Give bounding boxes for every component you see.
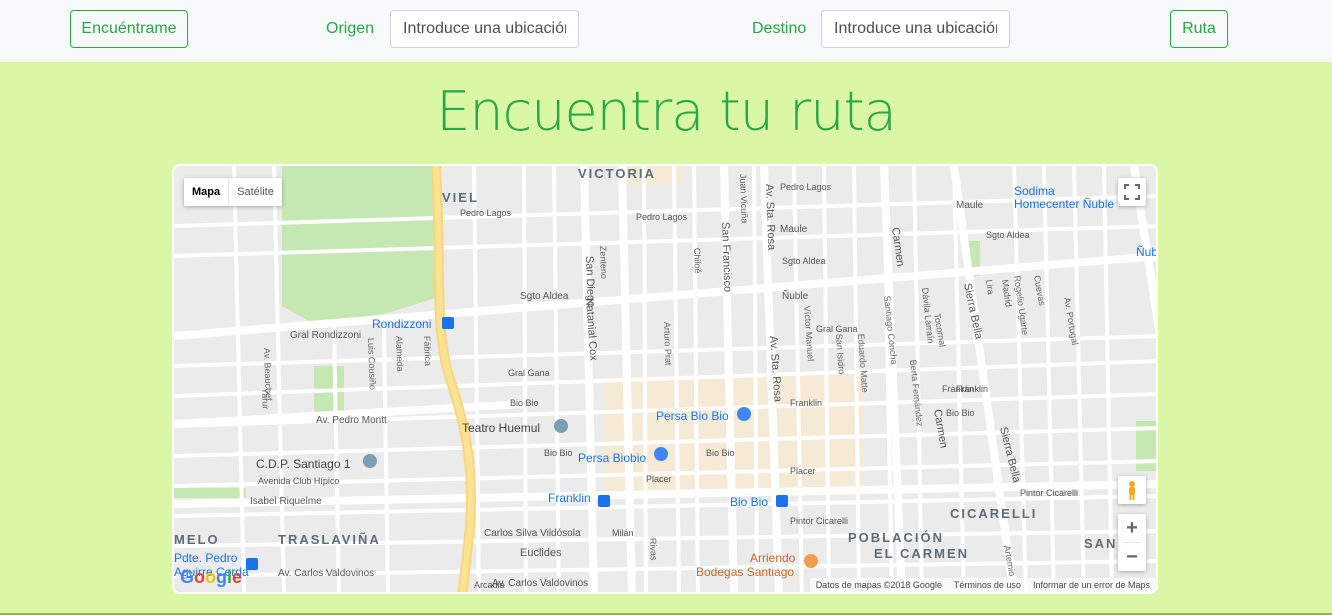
place-label: Homecenter Ñuble — [1014, 197, 1114, 211]
map-type-satellite-button[interactable]: Satélite — [229, 178, 282, 206]
place-label: Franklin — [548, 491, 591, 505]
zoom-out-button[interactable]: − — [1118, 543, 1146, 571]
svg-text:Euclides: Euclides — [520, 547, 562, 559]
svg-text:Franklin: Franklin — [956, 384, 988, 394]
place-label: Pdte. Pedro — [174, 551, 238, 565]
map-data-attribution: Datos de mapas ©2018 Google — [815, 580, 942, 590]
park-area — [282, 166, 442, 324]
svg-text:Fábrica: Fábrica — [422, 336, 433, 366]
svg-text:Av. Pedro Montt: Av. Pedro Montt — [316, 415, 387, 426]
terms-link[interactable]: Términos de uso — [954, 578, 1021, 592]
svg-text:Bio Bio: Bio Bio — [706, 448, 735, 458]
district-label: TRASLAVIÑA — [278, 532, 381, 547]
place-label: Rondizzoni — [372, 317, 431, 331]
svg-text:Arcadia: Arcadia — [474, 580, 505, 590]
map-container[interactable]: VICTORIA VIEL CICARELLI POBLACIÓN EL CAR… — [172, 164, 1158, 594]
svg-text:Pedro Lagos: Pedro Lagos — [460, 208, 512, 218]
svg-text:Chiloé: Chiloé — [692, 248, 703, 274]
place-label: Arriendo — [750, 551, 796, 565]
svg-text:Maule: Maule — [956, 200, 984, 211]
place-label: Bio Bio — [730, 495, 768, 509]
svg-text:Lira: Lira — [984, 279, 996, 295]
svg-text:Av. Sta. Rosa: Av. Sta. Rosa — [763, 184, 777, 251]
svg-text:Zenteno: Zenteno — [598, 246, 609, 279]
svg-text:Placer: Placer — [790, 466, 816, 476]
svg-text:Carlos Silva Vildósola: Carlos Silva Vildósola — [484, 528, 581, 539]
pegman-icon — [1129, 481, 1135, 500]
place-label: Ñuble — [1136, 245, 1158, 259]
district-label: CICARELLI — [950, 506, 1037, 521]
svg-text:Sgto Aldea: Sgto Aldea — [986, 230, 1030, 240]
svg-text:Pintor Cicarelli: Pintor Cicarelli — [790, 516, 848, 526]
district-label: VIEL — [442, 190, 479, 205]
svg-text:Sgto Aldea: Sgto Aldea — [520, 291, 569, 302]
place-label: Bodegas Santiago — [696, 565, 794, 579]
svg-text:Placer: Placer — [646, 474, 672, 484]
find-me-button[interactable]: Encuéntrame — [70, 10, 188, 48]
svg-text:Pedro Lagos: Pedro Lagos — [636, 212, 688, 222]
fullscreen-icon — [1124, 184, 1140, 200]
destination-label: Destino — [752, 20, 807, 37]
origin-label: Origen — [326, 20, 375, 37]
place-label: C.D.P. Santiago 1 — [256, 457, 351, 471]
place-label: Persa Bio Bio — [656, 409, 729, 423]
district-label: MELO — [174, 532, 220, 547]
svg-text:Av. Carlos Valdovinos: Av. Carlos Valdovinos — [492, 578, 588, 589]
district-label: VICTORIA — [578, 166, 656, 181]
map-canvas[interactable]: VICTORIA VIEL CICARELLI POBLACIÓN EL CAR… — [174, 166, 1158, 594]
svg-text:Franklin: Franklin — [790, 398, 822, 408]
map-type-map-button[interactable]: Mapa — [184, 178, 230, 206]
top-navbar: Encuéntrame Origen Destino Ruta — [0, 0, 1332, 62]
svg-text:Bio Bio: Bio Bio — [946, 408, 975, 418]
svg-text:Ñuble: Ñuble — [782, 289, 809, 302]
place-label: Sodima — [1014, 184, 1055, 198]
fullscreen-button[interactable] — [1118, 178, 1146, 206]
svg-text:Bio Bio: Bio Bio — [544, 448, 573, 458]
svg-text:Luis Cousiño: Luis Cousiño — [366, 338, 378, 390]
svg-text:Av. Carlos Valdovinos: Av. Carlos Valdovinos — [278, 568, 374, 579]
place-label: Teatro Huemul — [462, 421, 540, 435]
svg-text:San Francisco: San Francisco — [719, 222, 733, 293]
svg-text:Yarur: Yarur — [260, 388, 271, 410]
svg-text:Rivas: Rivas — [648, 538, 659, 561]
origin-input[interactable] — [390, 10, 579, 48]
svg-text:Alameda: Alameda — [394, 336, 405, 372]
place-label: Persa Biobio — [578, 451, 646, 465]
svg-text:Isabel Riquelme: Isabel Riquelme — [250, 496, 322, 507]
district-label: SAN — [1084, 536, 1117, 551]
svg-text:Pintor Cicarelli: Pintor Cicarelli — [1020, 488, 1078, 498]
zoom-control: + − — [1118, 514, 1146, 571]
svg-text:Gral Gana: Gral Gana — [508, 368, 550, 378]
svg-text:Gral Gana: Gral Gana — [816, 324, 858, 334]
svg-text:Maule: Maule — [780, 224, 808, 235]
svg-text:Sgto Aldea: Sgto Aldea — [782, 256, 826, 266]
svg-text:Gral Rondizzoni: Gral Rondizzoni — [290, 330, 361, 341]
svg-text:Bio Bio: Bio Bio — [510, 398, 539, 408]
svg-text:Juan Vicuña: Juan Vicuña — [738, 174, 750, 224]
google-logo[interactable]: Google — [180, 567, 242, 588]
map-type-control: Mapa Satélite — [184, 178, 282, 206]
district-label: POBLACIÓN — [848, 530, 944, 545]
district-label: EL CARMEN — [874, 546, 969, 561]
svg-text:Pedro Lagos: Pedro Lagos — [780, 182, 832, 192]
svg-text:Arturo Prat: Arturo Prat — [662, 322, 674, 366]
route-button[interactable]: Ruta — [1170, 10, 1228, 48]
map-footer: Datos de mapas ©2018 Google Términos de … — [809, 578, 1156, 592]
zoom-in-button[interactable]: + — [1118, 514, 1146, 542]
street-view-pegman-button[interactable] — [1118, 476, 1146, 504]
page-title: Encuentra tu ruta — [436, 80, 897, 143]
destination-input[interactable] — [821, 10, 1010, 48]
svg-text:Avenida Club Hípico: Avenida Club Hípico — [258, 476, 339, 486]
report-error-link[interactable]: Informar de un error de Maps — [1033, 578, 1150, 592]
svg-text:Milán: Milán — [612, 528, 634, 538]
